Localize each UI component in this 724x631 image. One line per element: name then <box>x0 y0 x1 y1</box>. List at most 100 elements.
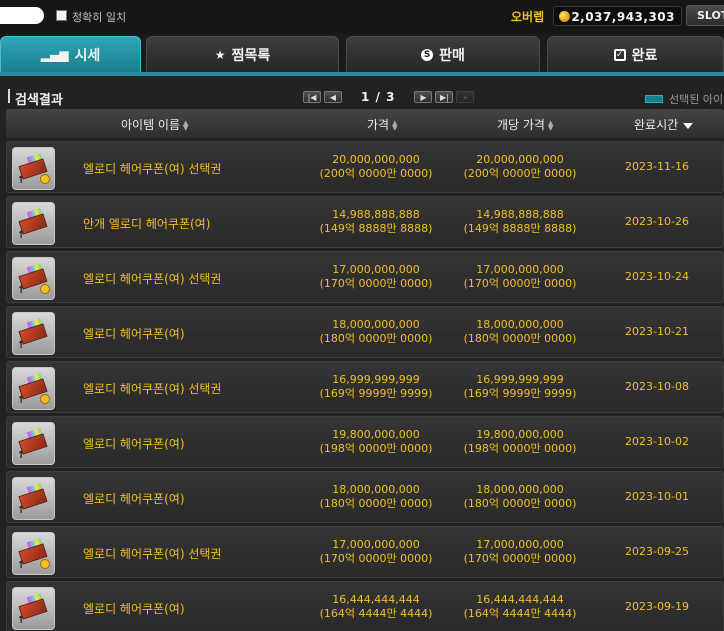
arrow-icon: ↑ <box>17 395 26 406</box>
hair-coupon-icon: ↑ <box>12 367 55 410</box>
table-row[interactable]: ↑ 엘로디 헤어쿠폰(여) 선택권 20,000,000,000 (200억 0000… <box>6 141 724 193</box>
unit-price-value: 20,000,000,000 <box>476 153 564 166</box>
hair-coupon-icon: ↑ <box>12 477 55 520</box>
hair-coupon-icon: ↑ <box>12 202 55 245</box>
pagination: |◀ ◀ 1 / 3 ▶ ▶| » <box>303 90 477 104</box>
table-row[interactable]: ↑ 엘로디 헤어쿠폰(여) 18,000,000,000 (180억 0000만 00… <box>6 306 724 358</box>
star-icon: ★ <box>214 47 226 62</box>
column-header-label: 완료시간 <box>634 118 679 132</box>
price-korean: (180억 0000만 0000) <box>319 497 433 510</box>
completed-date: 2023-09-19 <box>625 600 689 613</box>
unit-price-korean: (170억 0000만 0000) <box>463 277 577 290</box>
table-row[interactable]: ↑ 엘로디 헤어쿠폰(여) 선택권 17,000,000,000 (170억 0000… <box>6 526 724 578</box>
price-cell: 14,988,888,888 (149억 8888만 8888) <box>311 208 441 236</box>
tab-wishlist[interactable]: ★ 찜목록 <box>146 36 339 72</box>
completed-date: 2023-10-26 <box>625 215 689 228</box>
hair-coupon-icon: ↑ <box>12 422 55 465</box>
price-value: 18,000,000,000 <box>332 318 420 331</box>
table-row[interactable]: ↑ 엘로디 헤어쿠폰(여) 선택권 17,000,000,000 (170억 0000… <box>6 251 724 303</box>
column-header-completed[interactable]: 완료시간 <box>634 116 694 133</box>
tab-market-price[interactable]: ▂▄▆ 시세 <box>0 36 141 72</box>
price-korean: (149억 8888만 8888) <box>319 222 433 235</box>
unit-price-cell: 16,999,999,999 (169억 9999만 9999) <box>455 373 585 401</box>
column-header-unit-price[interactable]: 개당 가격 ▲ ▼ <box>497 116 553 133</box>
meso-coin-icon <box>559 11 570 22</box>
legend-swatch <box>645 95 663 103</box>
price-cell: 18,000,000,000 (180억 0000만 0000) <box>311 483 441 511</box>
tab-sell[interactable]: S 판매 <box>346 36 540 72</box>
column-header-name[interactable]: 아이템 이름 ▲ ▼ <box>121 116 188 133</box>
price-cell: 16,999,999,999 (169억 9999만 9999) <box>311 373 441 401</box>
price-korean: (200억 0000만 0000) <box>319 167 433 180</box>
price-korean: (170억 0000만 0000) <box>319 552 433 565</box>
unit-price-value: 16,444,444,444 <box>476 593 564 606</box>
price-value: 18,000,000,000 <box>332 483 420 496</box>
arrow-icon: ↑ <box>17 505 26 516</box>
item-name: 엘로디 헤어쿠폰(여) <box>83 437 185 451</box>
price-korean: (169억 9999만 9999) <box>319 387 433 400</box>
prev-page-button[interactable]: ◀ <box>324 91 342 103</box>
price-value: 14,988,888,888 <box>332 208 420 221</box>
tab-label: 완료 <box>631 47 658 64</box>
unit-price-korean: (169억 9999만 9999) <box>463 387 577 400</box>
table-row[interactable]: ↑ 안개 엘로디 헤어쿠폰(여) 14,988,888,888 (149억 8888만… <box>6 196 724 248</box>
legend-label: 선택된 아이 <box>669 93 724 106</box>
table-row[interactable]: ↑ 엘로디 헤어쿠폰(여) 19,800,000,000 (198억 0000만 00… <box>6 416 724 468</box>
first-page-button[interactable]: |◀ <box>303 91 321 103</box>
price-value: 19,800,000,000 <box>332 428 420 441</box>
selector-badge-icon <box>40 284 50 294</box>
unit-price-cell: 20,000,000,000 (200억 0000만 0000) <box>455 153 585 181</box>
price-value: 16,444,444,444 <box>332 593 420 606</box>
bar-chart-icon: ▂▄▆ <box>40 47 69 62</box>
top-bar: 정확히 일치 오버렙 2,037,943,303 SLOT <box>0 0 724 34</box>
unit-price-korean: (180억 0000만 0000) <box>463 332 577 345</box>
column-header-label: 개당 가격 <box>497 118 545 132</box>
item-name: 엘로디 헤어쿠폰(여) <box>83 327 185 341</box>
price-cell: 16,444,444,444 (164억 4444만 4444) <box>311 593 441 621</box>
unit-price-korean: (198억 0000만 0000) <box>463 442 577 455</box>
completed-date: 2023-11-16 <box>625 160 689 173</box>
next-group-button[interactable]: ▶| <box>435 91 454 103</box>
last-page-button[interactable]: » <box>456 91 475 103</box>
price-korean: (170억 0000만 0000) <box>319 277 433 290</box>
tab-completed[interactable]: ✓ 완료 <box>547 36 724 72</box>
arrow-icon: ↑ <box>17 230 26 241</box>
unit-price-cell: 18,000,000,000 (180억 0000만 0000) <box>455 318 585 346</box>
unit-price-cell: 19,800,000,000 (198억 0000만 0000) <box>455 428 585 456</box>
unit-price-cell: 17,000,000,000 (170억 0000만 0000) <box>455 263 585 291</box>
unit-price-value: 18,000,000,000 <box>476 483 564 496</box>
sort-desc-icon <box>683 122 694 129</box>
table-row[interactable]: ↑ 엘로디 헤어쿠폰(여) 16,444,444,444 (164억 4444만 44… <box>6 581 724 631</box>
unit-price-value: 17,000,000,000 <box>476 538 564 551</box>
completed-date: 2023-09-25 <box>625 545 689 558</box>
results-header: 검색결과 |◀ ◀ 1 / 3 ▶ ▶| » 선택된 아이 <box>0 76 724 110</box>
arrow-icon: ↑ <box>17 340 26 351</box>
tab-label: 판매 <box>439 47 465 64</box>
column-header-label: 가격 <box>367 118 390 132</box>
selector-badge-icon <box>40 394 50 404</box>
selected-legend: 선택된 아이 <box>645 91 723 107</box>
unit-price-korean: (200억 0000만 0000) <box>463 167 577 180</box>
tab-bar: ▂▄▆ 시세 ★ 찜목록 S 판매 ✓ 완료 <box>0 34 724 72</box>
price-value: 16,999,999,999 <box>332 373 420 386</box>
table-row[interactable]: ↑ 엘로디 헤어쿠폰(여) 선택권 16,999,999,999 (169억 9999… <box>6 361 724 413</box>
unit-price-cell: 14,988,888,888 (149억 8888만 8888) <box>455 208 585 236</box>
price-korean: (198억 0000만 0000) <box>319 442 433 455</box>
sort-icon: ▲ ▼ <box>547 118 554 132</box>
slot-button[interactable]: SLOT <box>686 5 724 26</box>
item-name: 엘로디 헤어쿠폰(여) 선택권 <box>83 162 222 176</box>
selector-badge-icon <box>40 174 50 184</box>
exact-match-checkbox[interactable] <box>56 10 67 21</box>
unit-price-korean: (149억 8888만 8888) <box>463 222 577 235</box>
column-header-price[interactable]: 가격 ▲ ▼ <box>367 116 397 133</box>
price-value: 17,000,000,000 <box>332 538 420 551</box>
search-input[interactable] <box>0 7 44 24</box>
hair-coupon-icon: ↑ <box>12 257 55 300</box>
price-korean: (180억 0000만 0000) <box>319 332 433 345</box>
table-header: 아이템 이름 ▲ ▼ 가격 ▲ ▼ 개당 가격 ▲ ▼ 완료시간 <box>6 109 724 138</box>
brand-label: 오버렙 <box>511 10 545 24</box>
tab-label: 시세 <box>74 47 101 64</box>
hair-coupon-icon: ↑ <box>12 312 55 355</box>
next-page-button[interactable]: ▶ <box>414 91 433 103</box>
table-row[interactable]: ↑ 엘로디 헤어쿠폰(여) 18,000,000,000 (180억 0000만 00… <box>6 471 724 523</box>
